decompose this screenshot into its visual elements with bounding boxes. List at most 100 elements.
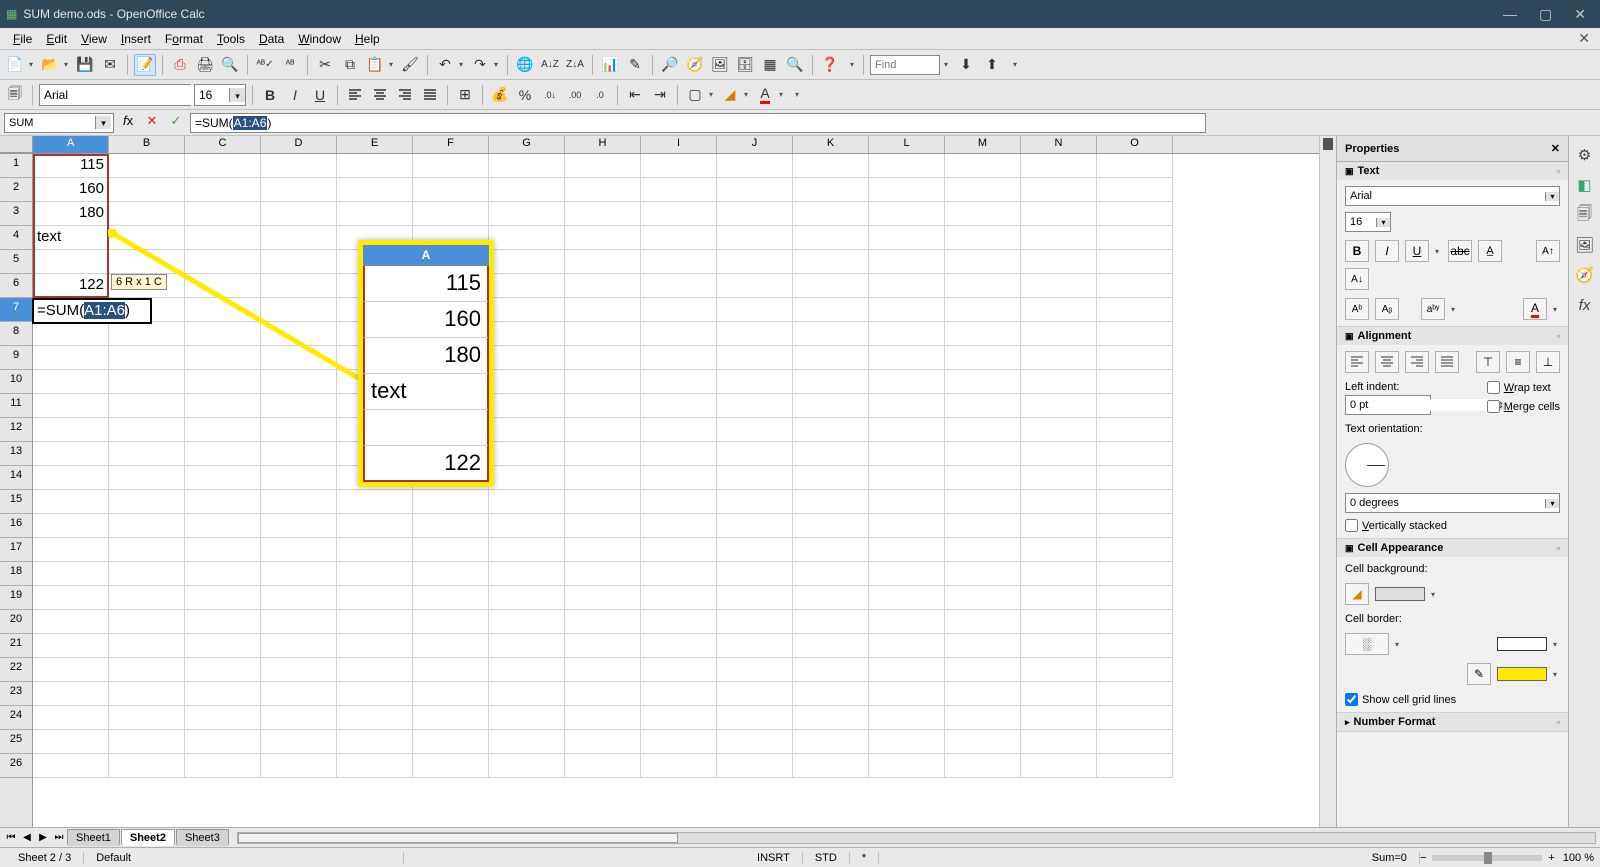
- cell-B25[interactable]: [109, 730, 185, 754]
- cell-B23[interactable]: [109, 682, 185, 706]
- row-header-12[interactable]: 12: [0, 418, 32, 442]
- cell-I20[interactable]: [641, 610, 717, 634]
- cell-J9[interactable]: [717, 346, 793, 370]
- cell-I22[interactable]: [641, 658, 717, 682]
- cell-M26[interactable]: [945, 754, 1021, 778]
- bg-swatch[interactable]: [1375, 587, 1425, 601]
- cell-F17[interactable]: [413, 538, 489, 562]
- cell-A14[interactable]: [33, 466, 109, 490]
- cell-E1[interactable]: [337, 154, 413, 178]
- cell-O19[interactable]: [1097, 586, 1173, 610]
- headers-button[interactable]: ▦: [759, 54, 781, 76]
- cell-B8[interactable]: [109, 322, 185, 346]
- row-header-13[interactable]: 13: [0, 442, 32, 466]
- redo-button[interactable]: ↷: [469, 54, 491, 76]
- cell-H3[interactable]: [565, 202, 641, 226]
- cell-D8[interactable]: [261, 322, 337, 346]
- col-header-G[interactable]: G: [489, 136, 565, 153]
- cell-B1[interactable]: [109, 154, 185, 178]
- cell-G1[interactable]: [489, 154, 565, 178]
- cell-A2[interactable]: 160: [33, 178, 109, 202]
- cell-O23[interactable]: [1097, 682, 1173, 706]
- cell-H26[interactable]: [565, 754, 641, 778]
- cell-H12[interactable]: [565, 418, 641, 442]
- export-pdf-button[interactable]: ⎙: [169, 54, 191, 76]
- cell-E3[interactable]: [337, 202, 413, 226]
- cell-N17[interactable]: [1021, 538, 1097, 562]
- cell-A8[interactable]: [33, 322, 109, 346]
- indent-spinner[interactable]: ⇕: [1345, 395, 1431, 415]
- align-justify-button[interactable]: [419, 84, 441, 106]
- cell-D15[interactable]: [261, 490, 337, 514]
- section-cellapp-header[interactable]: ▣ Cell Appearance ▫: [1337, 539, 1568, 557]
- cell-O21[interactable]: [1097, 634, 1173, 658]
- cell-H19[interactable]: [565, 586, 641, 610]
- cell-H21[interactable]: [565, 634, 641, 658]
- cell-B9[interactable]: [109, 346, 185, 370]
- row-header-10[interactable]: 10: [0, 370, 32, 394]
- cell-B14[interactable]: [109, 466, 185, 490]
- cell-D1[interactable]: [261, 154, 337, 178]
- cell-F24[interactable]: [413, 706, 489, 730]
- cell-G18[interactable]: [489, 562, 565, 586]
- cell-G20[interactable]: [489, 610, 565, 634]
- row-header-15[interactable]: 15: [0, 490, 32, 514]
- cell-L21[interactable]: [869, 634, 945, 658]
- cell-C6[interactable]: [185, 274, 261, 298]
- cell-L9[interactable]: [869, 346, 945, 370]
- sort-desc-button[interactable]: Z↓A: [564, 54, 586, 76]
- cell-H4[interactable]: [565, 226, 641, 250]
- cell-E16[interactable]: [337, 514, 413, 538]
- cell-B10[interactable]: [109, 370, 185, 394]
- cell-L8[interactable]: [869, 322, 945, 346]
- cell-K11[interactable]: [793, 394, 869, 418]
- col-header-O[interactable]: O: [1097, 136, 1173, 153]
- cell-B15[interactable]: [109, 490, 185, 514]
- cell-K20[interactable]: [793, 610, 869, 634]
- menu-view[interactable]: View: [74, 30, 114, 48]
- cell-A6[interactable]: 122: [33, 274, 109, 298]
- menu-data[interactable]: Data: [252, 30, 291, 48]
- cell-L23[interactable]: [869, 682, 945, 706]
- cell-O7[interactable]: [1097, 298, 1173, 322]
- cell-O2[interactable]: [1097, 178, 1173, 202]
- halign-center[interactable]: [1375, 351, 1399, 373]
- cell-M25[interactable]: [945, 730, 1021, 754]
- bgcolor-button[interactable]: ◢: [719, 84, 741, 106]
- inc-indent-button[interactable]: ⇥: [649, 84, 671, 106]
- cell-M12[interactable]: [945, 418, 1021, 442]
- cell-O4[interactable]: [1097, 226, 1173, 250]
- cell-M7[interactable]: [945, 298, 1021, 322]
- cell-K6[interactable]: [793, 274, 869, 298]
- cell-J4[interactable]: [717, 226, 793, 250]
- prop-shrink[interactable]: A↓: [1345, 268, 1369, 290]
- cell-L24[interactable]: [869, 706, 945, 730]
- hyperlink-button[interactable]: 🌐: [514, 54, 536, 76]
- cell-A18[interactable]: [33, 562, 109, 586]
- menu-format[interactable]: Format: [158, 30, 210, 48]
- cell-J21[interactable]: [717, 634, 793, 658]
- cell-H15[interactable]: [565, 490, 641, 514]
- cell-N9[interactable]: [1021, 346, 1097, 370]
- auto-spellcheck-button[interactable]: ᴬᴮ: [279, 54, 301, 76]
- cell-B21[interactable]: [109, 634, 185, 658]
- save-button[interactable]: 💾: [74, 54, 96, 76]
- cell-L13[interactable]: [869, 442, 945, 466]
- cell-F15[interactable]: [413, 490, 489, 514]
- cell-N3[interactable]: [1021, 202, 1097, 226]
- cell-J3[interactable]: [717, 202, 793, 226]
- zoom-out-icon[interactable]: −: [1420, 852, 1426, 864]
- cell-M15[interactable]: [945, 490, 1021, 514]
- cell-M3[interactable]: [945, 202, 1021, 226]
- currency-button[interactable]: 💰: [489, 84, 511, 106]
- cell-C22[interactable]: [185, 658, 261, 682]
- cell-I7[interactable]: [641, 298, 717, 322]
- preview-button[interactable]: 🔍: [219, 54, 241, 76]
- cell-B13[interactable]: [109, 442, 185, 466]
- cell-O8[interactable]: [1097, 322, 1173, 346]
- cell-N16[interactable]: [1021, 514, 1097, 538]
- name-box[interactable]: ▾: [4, 113, 114, 133]
- cell-F1[interactable]: [413, 154, 489, 178]
- cell-J14[interactable]: [717, 466, 793, 490]
- cell-J12[interactable]: [717, 418, 793, 442]
